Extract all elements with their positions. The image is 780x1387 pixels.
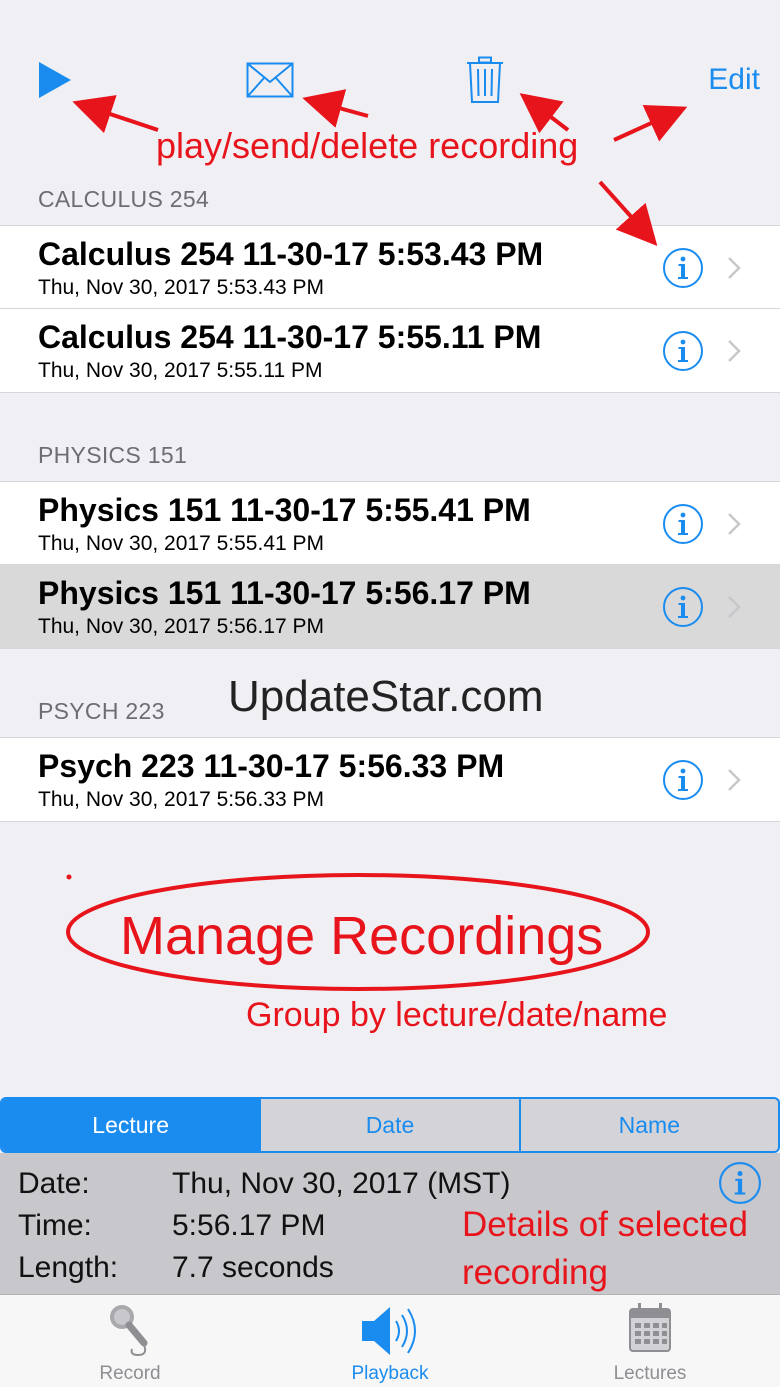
- section-group-physics: Physics 151 11-30-17 5:55.41 PM Thu, Nov…: [0, 481, 780, 649]
- group-by-segmented-control: Lecture Date Name: [0, 1097, 780, 1153]
- recording-row[interactable]: Calculus 254 11-30-17 5:55.11 PM Thu, No…: [0, 309, 780, 392]
- recording-subtitle: Thu, Nov 30, 2017 5:55.11 PM: [38, 359, 323, 382]
- annotation-details-note: Details of selected: [462, 1205, 748, 1244]
- edit-button[interactable]: Edit: [670, 58, 760, 102]
- info-icon[interactable]: [718, 1161, 762, 1205]
- play-button[interactable]: [30, 55, 80, 105]
- mail-icon: [246, 62, 294, 98]
- speaker-icon: [362, 1307, 416, 1355]
- tab-lectures[interactable]: Lectures: [550, 1295, 750, 1387]
- info-icon[interactable]: [662, 503, 704, 545]
- date-label: Date:: [18, 1167, 90, 1200]
- tab-label: Lectures: [613, 1363, 687, 1384]
- segment-date[interactable]: Date: [261, 1099, 521, 1151]
- date-value: Thu, Nov 30, 2017 (MST): [172, 1167, 511, 1200]
- recording-subtitle: Thu, Nov 30, 2017 5:56.17 PM: [38, 615, 325, 638]
- section-header-calculus: CALCULUS 254: [38, 186, 210, 212]
- trash-icon: [467, 56, 503, 103]
- chevron-right-icon: [728, 769, 741, 791]
- calendar-icon: [629, 1303, 671, 1352]
- recording-row-selected[interactable]: Physics 151 11-30-17 5:56.17 PM Thu, Nov…: [0, 565, 780, 648]
- annotation-toolbar-note: play/send/delete recording: [156, 125, 579, 166]
- send-button[interactable]: [240, 55, 300, 105]
- recording-title: Psych 223 11-30-17 5:56.33 PM: [38, 748, 505, 784]
- tab-bar: Record Playback Lectures: [0, 1294, 780, 1387]
- tab-playback[interactable]: Playback: [290, 1295, 490, 1387]
- length-label: Length:: [18, 1251, 119, 1284]
- recording-title: Calculus 254 11-30-17 5:55.11 PM: [38, 319, 542, 355]
- time-value: 5:56.17 PM: [172, 1209, 326, 1242]
- recording-subtitle: Thu, Nov 30, 2017 5:55.41 PM: [38, 532, 325, 555]
- recording-row[interactable]: Psych 223 11-30-17 5:56.33 PM Thu, Nov 3…: [0, 738, 780, 821]
- annotation-dot: [66, 874, 72, 880]
- recording-subtitle: Thu, Nov 30, 2017 5:56.33 PM: [38, 788, 325, 811]
- chevron-right-icon: [728, 596, 741, 618]
- details-panel: Date: Thu, Nov 30, 2017 (MST) Time: 5:56…: [0, 1153, 780, 1294]
- info-icon[interactable]: [662, 247, 704, 289]
- microphone-icon: [110, 1305, 148, 1357]
- toolbar: Edit: [0, 0, 780, 120]
- tab-label: Record: [99, 1363, 161, 1384]
- chevron-right-icon: [728, 340, 741, 362]
- tab-record[interactable]: Record: [30, 1295, 230, 1387]
- delete-button[interactable]: [460, 52, 510, 108]
- segment-name[interactable]: Name: [521, 1099, 778, 1151]
- tab-label: Playback: [351, 1363, 429, 1384]
- play-icon: [39, 62, 71, 98]
- recording-row[interactable]: Calculus 254 11-30-17 5:53.43 PM Thu, No…: [0, 226, 780, 309]
- section-header-psych: PSYCH 223: [38, 698, 165, 724]
- chevron-right-icon: [728, 257, 741, 279]
- chevron-right-icon: [728, 513, 741, 535]
- info-icon[interactable]: [662, 759, 704, 801]
- section-group-psych: Psych 223 11-30-17 5:56.33 PM Thu, Nov 3…: [0, 737, 780, 822]
- recording-title: Physics 151 11-30-17 5:56.17 PM: [38, 575, 531, 611]
- annotation-manage-title: Manage Recordings: [120, 906, 604, 966]
- recording-subtitle: Thu, Nov 30, 2017 5:53.43 PM: [38, 276, 325, 299]
- watermark: UpdateStar.com: [228, 672, 544, 721]
- annotation-group-note: Group by lecture/date/name: [246, 996, 668, 1034]
- info-icon[interactable]: [662, 586, 704, 628]
- length-value: 7.7 seconds: [172, 1251, 334, 1284]
- recording-title: Physics 151 11-30-17 5:55.41 PM: [38, 492, 531, 528]
- annotation-details-note-2: recording: [462, 1253, 608, 1292]
- section-header-physics: PHYSICS 151: [38, 442, 188, 468]
- recording-row[interactable]: Physics 151 11-30-17 5:55.41 PM Thu, Nov…: [0, 482, 780, 565]
- segment-lecture[interactable]: Lecture: [2, 1099, 262, 1151]
- info-icon[interactable]: [662, 330, 704, 372]
- section-group-calculus: Calculus 254 11-30-17 5:53.43 PM Thu, No…: [0, 225, 780, 393]
- time-label: Time:: [18, 1209, 92, 1242]
- recording-title: Calculus 254 11-30-17 5:53.43 PM: [38, 236, 544, 272]
